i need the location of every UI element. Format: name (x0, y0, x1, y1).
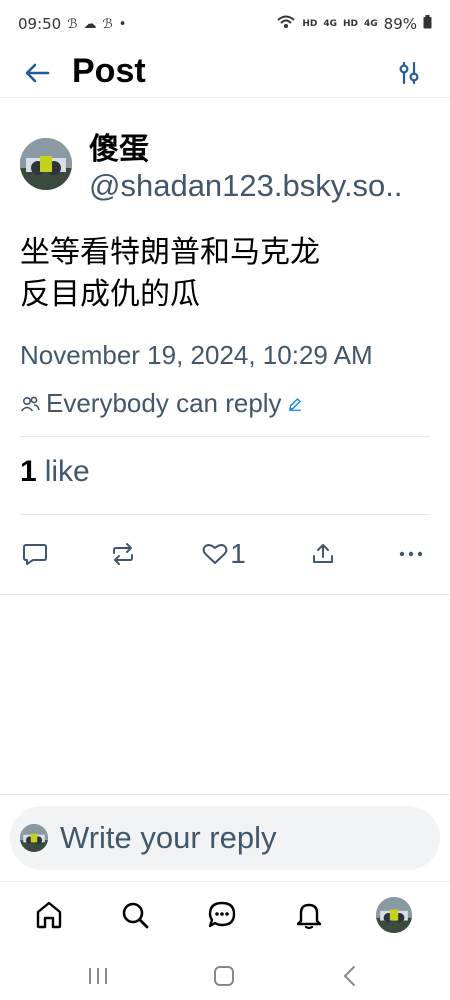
likes-label: like (44, 455, 90, 488)
author-handle[interactable]: @shadan123.bsky.so.. (89, 168, 441, 204)
chevron-left-icon (344, 966, 355, 986)
nav-notifications[interactable] (290, 896, 328, 934)
battery-icon (423, 15, 432, 33)
reply-button[interactable] (18, 532, 52, 576)
post-actions: 1 (0, 532, 450, 576)
reply-placeholder: Write your reply (60, 820, 277, 855)
status-right: HD 4G HD 4G 89% (276, 14, 432, 34)
nav-chat[interactable] (203, 896, 241, 934)
status-time: 09:50 (18, 15, 62, 33)
divider (20, 514, 430, 515)
post-text-line: 反目成仇的瓜 (20, 277, 200, 312)
avatar (376, 897, 412, 933)
bottom-nav (0, 881, 450, 949)
back-button[interactable] (20, 56, 54, 90)
reply-composer[interactable]: Write your reply (10, 806, 440, 870)
reply-setting[interactable]: Everybody can reply (20, 388, 302, 419)
header: Post (0, 48, 450, 98)
home-icon (36, 901, 62, 929)
more-options-button[interactable] (394, 532, 428, 576)
hd-label: HD (342, 19, 358, 29)
repost-button[interactable] (106, 532, 140, 576)
ellipsis-icon (399, 551, 423, 557)
status-left: 09:50 ℬ ☁ ℬ • (18, 15, 126, 33)
pencil-icon (288, 397, 301, 411)
thread-settings-button[interactable] (392, 56, 426, 90)
arrow-left-icon (25, 63, 50, 83)
post-text: 坐等看特朗普和马克龙 反目成仇的瓜 (20, 232, 430, 316)
divider (0, 594, 450, 595)
like-button[interactable]: 1 (198, 532, 250, 576)
app-icon: ℬ (67, 16, 78, 32)
heart-icon (202, 544, 228, 564)
author-row[interactable]: 傻蛋 @shadan123.bsky.so.. (20, 124, 440, 210)
likes-summary[interactable]: 1 like (20, 455, 90, 489)
likes-count: 1 (20, 455, 37, 488)
recent-apps-button[interactable] (78, 958, 118, 994)
repost-icon (113, 543, 133, 565)
network-4g-label: 4G (364, 19, 378, 29)
app-icon: ℬ (102, 16, 113, 32)
system-nav-bar (0, 950, 450, 1000)
like-count: 1 (230, 538, 246, 569)
network-4g-label: 4G (323, 19, 337, 29)
reply-setting-label: Everybody can reply (46, 388, 282, 418)
speech-bubble-icon (23, 544, 47, 565)
cloud-icon: ☁ (83, 16, 97, 32)
people-icon (20, 396, 40, 412)
share-button[interactable] (306, 532, 340, 576)
nav-home[interactable] (30, 896, 68, 934)
post-text-line: 坐等看特朗普和马克龙 (20, 235, 320, 270)
bell-icon (296, 903, 322, 930)
author-avatar[interactable] (20, 138, 72, 190)
my-avatar (20, 824, 48, 852)
square-icon (214, 966, 234, 986)
recents-icon (89, 968, 107, 984)
dot-icon: • (118, 16, 127, 32)
search-icon (122, 902, 149, 929)
sliders-icon (399, 61, 419, 85)
share-icon (313, 544, 333, 563)
divider (20, 436, 430, 437)
page-title: Post (72, 52, 146, 90)
divider (0, 794, 450, 795)
status-bar: 09:50 ℬ ☁ ℬ • HD 4G HD 4G 89% (0, 0, 450, 48)
battery-level: 89% (383, 15, 417, 33)
system-home-button[interactable] (204, 958, 244, 994)
post-timestamp: November 19, 2024, 10:29 AM (20, 340, 373, 370)
system-back-button[interactable] (330, 958, 370, 994)
nav-profile[interactable] (375, 896, 413, 934)
wifi-icon (276, 14, 296, 34)
chat-icon (208, 901, 236, 928)
hd-label: HD (302, 19, 318, 29)
author-display-name[interactable]: 傻蛋 (89, 124, 149, 168)
nav-search[interactable] (116, 896, 154, 934)
